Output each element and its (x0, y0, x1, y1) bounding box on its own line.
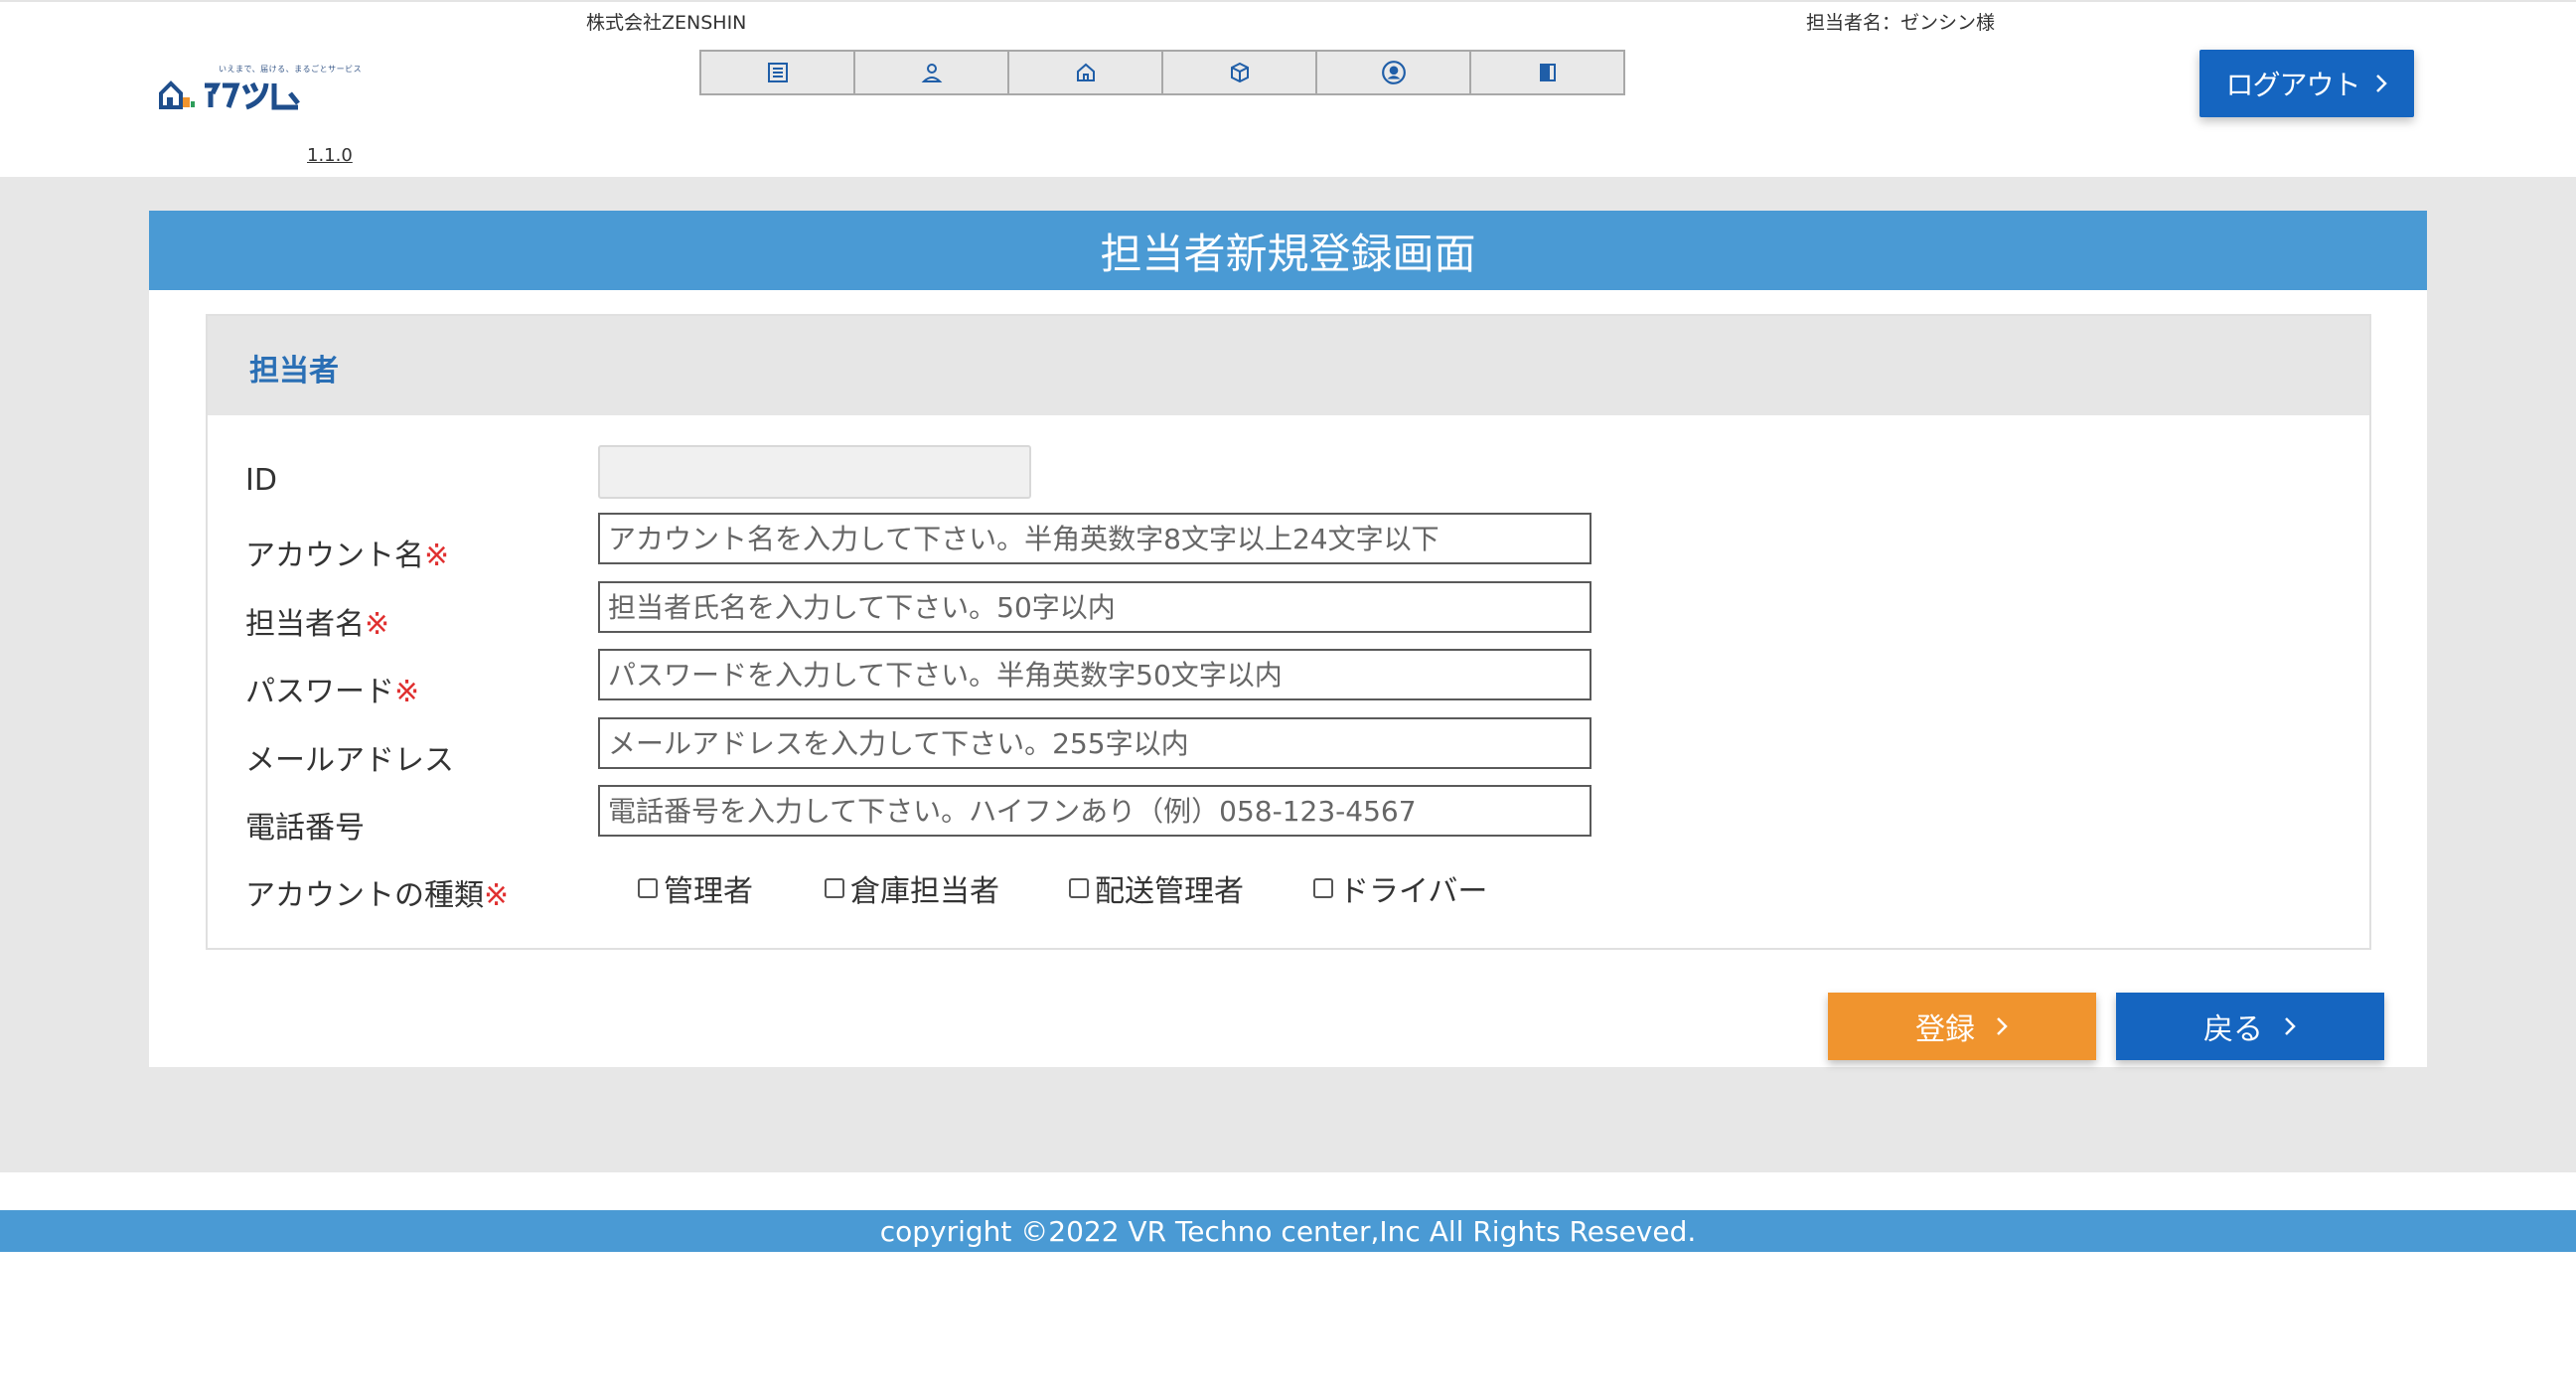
form-panel: 担当者 ID アカウント名※ 担当者名※ パスワード※ メールアドレス 電話番号 (149, 290, 2427, 1067)
home-icon (1076, 63, 1095, 81)
warehouse-checkbox[interactable] (825, 878, 844, 898)
id-label: ID (245, 463, 277, 498)
app-version[interactable]: 1.1.0 (307, 145, 353, 166)
nav-home[interactable] (1007, 50, 1163, 95)
type-option-warehouse[interactable]: 倉庫担当者 (825, 866, 999, 910)
logout-button[interactable]: ログアウト (2199, 50, 2414, 117)
nav-account[interactable] (1315, 50, 1471, 95)
required-mark: ※ (484, 878, 510, 913)
book-icon (1539, 64, 1556, 81)
nav-person[interactable] (853, 50, 1009, 95)
account-label: アカウント名※ (245, 531, 449, 574)
name-label: 担当者名※ (245, 599, 389, 643)
type-option-delivery-manager[interactable]: 配送管理者 (1069, 866, 1244, 910)
chevron-right-icon (2375, 75, 2387, 92)
chevron-right-icon (1997, 1017, 2008, 1035)
type-option-label: 倉庫担当者 (850, 874, 999, 909)
account-name-input[interactable] (598, 513, 1591, 564)
id-label-text: ID (245, 463, 277, 498)
logo-mark-icon (159, 80, 300, 110)
type-option-admin[interactable]: 管理者 (638, 866, 753, 910)
page-title: 担当者新規登録画面 (149, 211, 2427, 290)
password-input[interactable] (598, 649, 1591, 700)
person-icon (921, 64, 942, 82)
account-type-label: アカウントの種類※ (245, 870, 509, 914)
staff-section: 担当者 ID アカウント名※ 担当者名※ パスワード※ メールアドレス 電話番号 (206, 314, 2371, 950)
phone-label: 電話番号 (245, 803, 365, 847)
type-option-label: 管理者 (664, 874, 753, 909)
section-header: 担当者 (208, 316, 2369, 415)
type-option-label: ドライバー (1339, 874, 1488, 909)
section-title: 担当者 (249, 354, 339, 388)
required-mark: ※ (424, 539, 450, 573)
main-nav (699, 50, 1625, 95)
back-button[interactable]: 戻る (2116, 993, 2384, 1060)
account-circle-icon (1381, 61, 1406, 84)
register-button[interactable]: 登録 (1828, 993, 2096, 1060)
chevron-right-icon (2285, 1017, 2296, 1035)
register-label: 登録 (1915, 1012, 1975, 1047)
email-input[interactable] (598, 717, 1591, 769)
id-field (598, 445, 1031, 499)
staff-name-input[interactable] (598, 581, 1591, 633)
logout-label: ログアウト (2225, 69, 2360, 101)
password-label-text: パスワード (245, 675, 394, 709)
company-name: 株式会社ZENSHIN (586, 12, 747, 34)
nav-book[interactable] (1469, 50, 1625, 95)
header: いえまで、届ける、まるごとサービス 1.1.0 株式会社ZENSHIN 担当者名… (0, 0, 2576, 177)
app-logo[interactable]: いえまで、届ける、まるごとサービス (157, 64, 362, 123)
type-option-driver[interactable]: ドライバー (1313, 866, 1487, 910)
copyright-text: copyright ©2022 VR Techno center,Inc All… (879, 1214, 1697, 1248)
phone-label-text: 電話番号 (245, 811, 365, 846)
nav-package[interactable] (1161, 50, 1317, 95)
name-label-text: 担当者名 (245, 607, 365, 642)
driver-checkbox[interactable] (1313, 878, 1333, 898)
phone-input[interactable] (598, 785, 1591, 837)
delivery-manager-checkbox[interactable] (1069, 878, 1089, 898)
admin-checkbox[interactable] (638, 878, 658, 898)
nav-list[interactable] (699, 50, 855, 95)
footer: copyright ©2022 VR Techno center,Inc All… (0, 1210, 2576, 1252)
staff-name: 担当者名：ゼンシン様 (1806, 12, 1996, 34)
email-label-text: メールアドレス (245, 743, 454, 778)
required-mark: ※ (365, 607, 390, 642)
type-option-label: 配送管理者 (1095, 874, 1244, 909)
required-mark: ※ (394, 675, 420, 709)
back-label: 戻る (2203, 1012, 2263, 1047)
package-icon (1230, 62, 1249, 83)
account-type-label-text: アカウントの種類 (245, 878, 484, 913)
list-icon (767, 63, 788, 82)
account-label-text: アカウント名 (245, 539, 424, 573)
email-label: メールアドレス (245, 735, 454, 779)
password-label: パスワード※ (245, 667, 419, 710)
